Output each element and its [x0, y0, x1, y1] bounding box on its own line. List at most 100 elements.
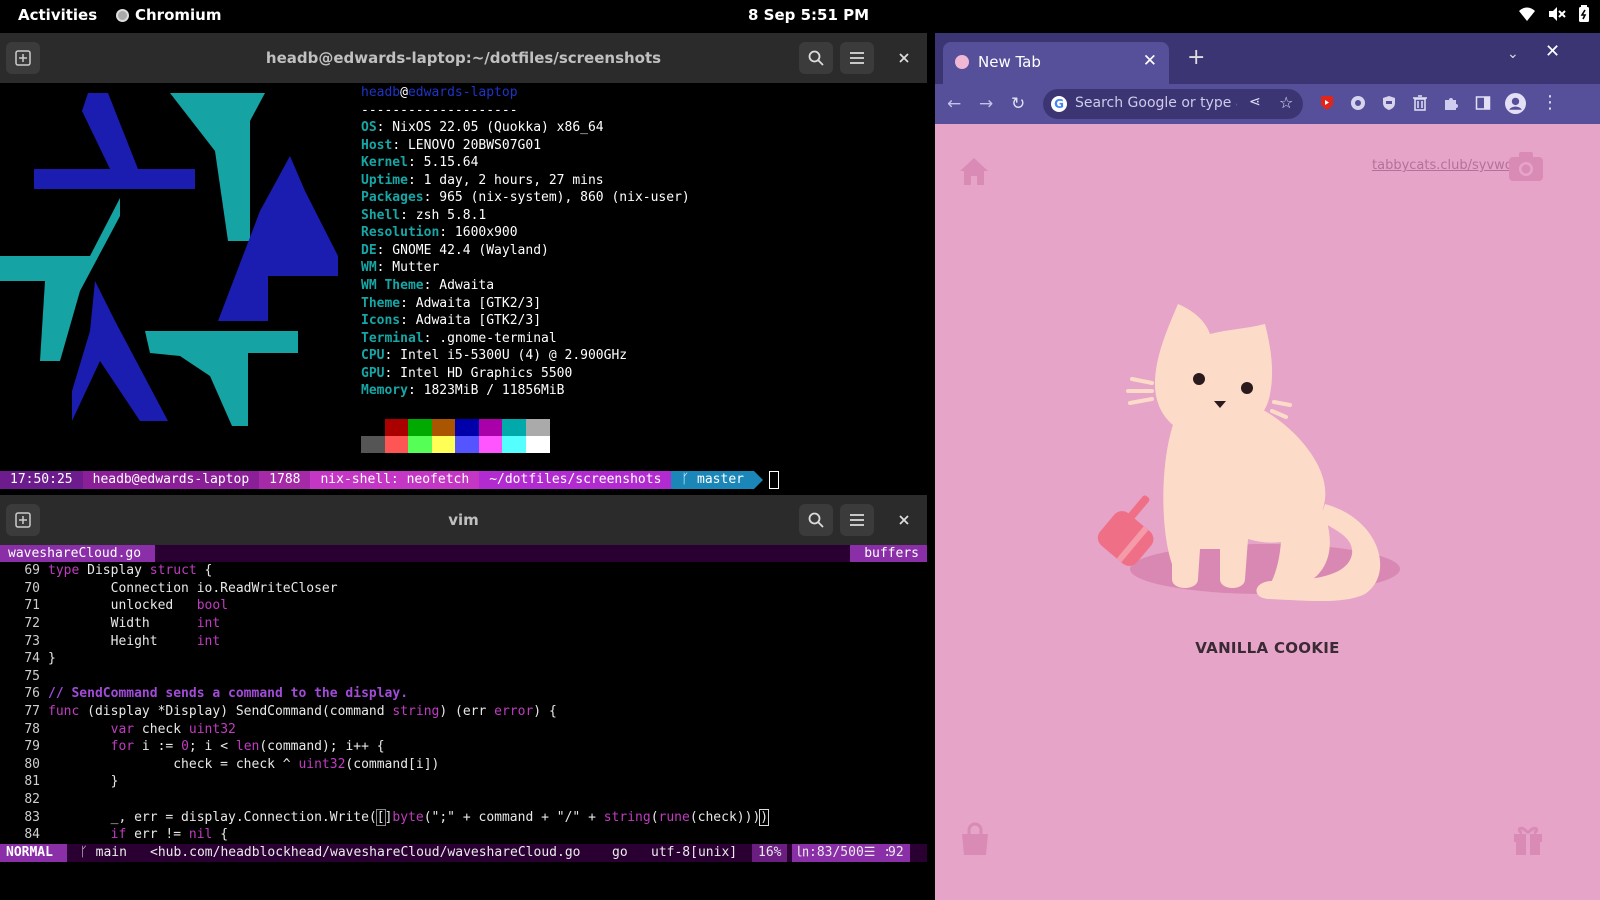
- neofetch-key: Host: [361, 137, 393, 153]
- palette-swatch: [502, 419, 526, 436]
- bookmark-star-icon[interactable]: ☆: [1279, 93, 1293, 112]
- neofetch-value: : Adwaita [GTK2/3]: [400, 313, 542, 329]
- neofetch-value: : 1823MiB / 11856MiB: [407, 383, 565, 399]
- tab-new-tab[interactable]: New Tab ✕: [943, 42, 1169, 84]
- home-icon[interactable]: [957, 154, 991, 188]
- search-button[interactable]: [799, 504, 833, 536]
- terminal-header: vim: [0, 495, 927, 545]
- prompt-time: 17:50:25: [0, 471, 83, 489]
- gift-icon[interactable]: [1511, 822, 1545, 856]
- neofetch-value: : Adwaita: [423, 277, 495, 293]
- shopping-bag-icon[interactable]: [959, 822, 991, 856]
- neofetch-row: Theme: Adwaita [GTK2/3]: [361, 295, 541, 313]
- vim-buffer-tab[interactable]: waveshareCloud.go: [0, 545, 156, 562]
- neofetch-value: : 5.15.64: [407, 155, 479, 171]
- nixos-logo: [0, 93, 338, 426]
- battery-icon: [1579, 5, 1589, 22]
- camera-icon[interactable]: [1508, 150, 1544, 182]
- neofetch-key: OS: [361, 120, 377, 135]
- neofetch-row: OS: NixOS 22.05 (Quokka) x86_64: [361, 119, 604, 137]
- share-icon[interactable]: ⋖: [1249, 94, 1261, 110]
- prompt-histnum: 1788: [259, 471, 311, 489]
- vim-buffers-label: buffers: [850, 545, 927, 562]
- vim-line-count: 92: [888, 844, 910, 862]
- terminal-window-neofetch[interactable]: headb@edwards-laptop:~/dotfiles/screensh…: [0, 33, 927, 493]
- neofetch-value: : Intel i5-5300U (4) @ 2.900GHz: [384, 348, 628, 364]
- code-line: 70 Connection io.ReadWriteCloser: [24, 581, 338, 596]
- neofetch-value: : zsh 5.8.1: [400, 207, 487, 223]
- short-link[interactable]: tabbycats.club/syvwcl: [1372, 158, 1516, 173]
- neofetch-row: DE: GNOME 42.4 (Wayland): [361, 242, 549, 260]
- neofetch-key: Theme: [361, 295, 401, 311]
- terminal-header: headb@edwards-laptop:~/dotfiles/screensh…: [0, 33, 927, 83]
- browser-window[interactable]: New Tab ✕ + ⌄ ✕ ← → ↻ G Search Google or…: [935, 33, 1600, 900]
- clock[interactable]: 8 Sep 5:51 PM: [748, 6, 869, 24]
- cat-illustration: [1097, 304, 1400, 602]
- volume-muted-icon: [1549, 7, 1566, 21]
- neofetch-row: Icons: Adwaita [GTK2/3]: [361, 312, 541, 330]
- palette-swatch: [455, 436, 479, 453]
- neofetch-value: : .gnome-terminal: [423, 330, 557, 346]
- code-line: 79 for i := 0; i < len(command); i++ {: [24, 739, 385, 754]
- back-arrow-icon[interactable]: ←: [947, 94, 961, 114]
- neofetch-value: : GNOME 42.4 (Wayland): [376, 242, 549, 258]
- forward-arrow-icon[interactable]: →: [979, 94, 993, 114]
- neofetch-row: GPU: Intel HD Graphics 5500: [361, 365, 572, 383]
- side-panel-icon[interactable]: [1475, 95, 1491, 111]
- activities-button[interactable]: Activities: [18, 6, 97, 24]
- system-tray[interactable]: [1518, 5, 1590, 23]
- window-close-icon[interactable]: ✕: [1545, 41, 1560, 62]
- vim-encoding: utf-8[unix]: [651, 845, 738, 860]
- prompt-path: ~/dotfiles/screenshots: [479, 471, 672, 489]
- palette-swatch: [455, 419, 479, 436]
- code-line: 74}: [24, 651, 56, 666]
- neofetch-value: : LENOVO 20BWS07G01: [392, 137, 542, 153]
- privacy-badger-icon[interactable]: [1381, 95, 1397, 111]
- prompt-branch: ᚴ master: [671, 471, 754, 489]
- neofetch-row: Terminal: .gnome-terminal: [361, 330, 557, 348]
- window-title: headb@edwards-laptop:~/dotfiles/screensh…: [265, 49, 662, 67]
- reload-icon[interactable]: ↻: [1011, 94, 1025, 114]
- vim-position: ㏑:83/500☰ :2: [792, 844, 903, 862]
- palette-swatch: [525, 436, 550, 453]
- vim-tabline: waveshareCloud.go buffers: [0, 545, 927, 562]
- youtube-extension-icon[interactable]: [1319, 95, 1335, 111]
- tab-close-icon[interactable]: ✕: [1143, 51, 1157, 71]
- terminal-window-vim[interactable]: vim waveshareCloud.go buffers 69 type Dis…: [0, 495, 927, 883]
- tab-search-chevron-icon[interactable]: ⌄: [1507, 46, 1519, 62]
- close-button[interactable]: [887, 504, 921, 536]
- neofetch-value: : NixOS 22.05 (Quokka) x86_64: [376, 120, 604, 135]
- menu-button[interactable]: [840, 504, 874, 536]
- top-bar: Activities Chromium 8 Sep 5:51 PM: [0, 0, 1600, 31]
- neofetch-value: : 1600x900: [439, 225, 518, 241]
- neofetch-key: Terminal: [361, 330, 424, 346]
- vim-statusline: NORMAL ᚴ main <hub.com/headblockhead/wav…: [0, 844, 927, 862]
- omnibox[interactable]: G Search Google or type a URL ⋖ ☆: [1043, 89, 1303, 119]
- neofetch-key: WM: [361, 260, 377, 276]
- app-menu[interactable]: Chromium: [116, 6, 221, 24]
- omnibox-placeholder: Search Google or type a URL: [1075, 95, 1237, 111]
- code-line: 84 if err != nil {: [24, 827, 229, 842]
- palette-swatch: [525, 419, 550, 436]
- menu-button[interactable]: [840, 42, 874, 74]
- extension-circle-icon[interactable]: [1350, 95, 1366, 111]
- neofetch-key: Packages: [361, 190, 424, 206]
- close-button[interactable]: [887, 42, 921, 74]
- profile-avatar-icon[interactable]: [1505, 93, 1526, 114]
- neofetch-userhost: headb@edwards-laptop: [361, 84, 518, 102]
- new-tab-plus-icon[interactable]: +: [1187, 45, 1205, 70]
- browser-menu-kebab-icon[interactable]: ⋮: [1541, 92, 1559, 113]
- extensions-puzzle-icon[interactable]: [1443, 95, 1459, 111]
- vim-percent: 16%: [752, 844, 788, 862]
- search-button[interactable]: [799, 42, 833, 74]
- neofetch-row: Uptime: 1 day, 2 hours, 27 mins: [361, 172, 604, 190]
- vim-filetype: go: [612, 845, 628, 860]
- search-icon: [808, 512, 824, 528]
- wifi-icon: [1519, 7, 1535, 21]
- trash-extension-icon[interactable]: [1412, 95, 1428, 111]
- neofetch-key: GPU: [361, 365, 385, 381]
- neofetch-value: : 1 day, 2 hours, 27 mins: [407, 172, 604, 188]
- neofetch-key: DE: [361, 242, 377, 258]
- close-icon: [899, 53, 909, 63]
- vim-file-path: <hub.com/headblockhead/waveshareCloud/wa…: [150, 845, 581, 860]
